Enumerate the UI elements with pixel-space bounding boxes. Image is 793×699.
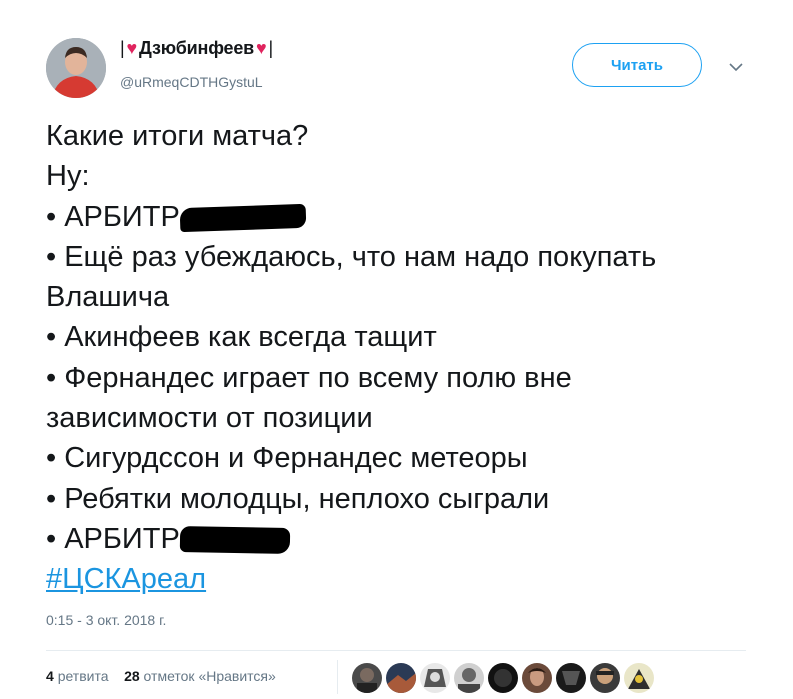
tweet-line: Какие итоги матча? [46, 120, 309, 152]
heart-icon: ♥ [126, 38, 137, 58]
tweet-line: • АРБИТР [46, 519, 746, 559]
likers-avatars [352, 663, 658, 693]
liker-avatar[interactable] [488, 663, 518, 693]
tweet-text: Какие итоги матча? Ну: • АРБИТР • Ещё ра… [46, 116, 746, 600]
retweet-label[interactable]: ретвита [58, 668, 109, 684]
user-display-name[interactable]: | ♥ Дзюбинфеев ♥ | [120, 38, 273, 59]
divider [337, 660, 338, 694]
liker-avatar[interactable] [624, 663, 654, 693]
follow-button[interactable]: Читать [572, 43, 702, 87]
redaction-scribble [179, 203, 307, 233]
like-label[interactable]: отметок «Нравится» [144, 668, 276, 684]
liker-avatar[interactable] [556, 663, 586, 693]
tweet-line: #ЦСКАреал [46, 559, 746, 599]
name-prefix: | [120, 38, 125, 58]
tweet-timestamp[interactable]: 0:15 - 3 окт. 2018 г. [46, 612, 166, 628]
tweet-line: Ну: [46, 160, 90, 193]
tweet-line: • Ребятки молодцы, неплохо сыграли [46, 482, 550, 515]
redaction-scribble [179, 526, 291, 555]
tweet-stats: 4 ретвита 28 отметок «Нравится» [46, 668, 276, 684]
tweet-line: • Фернандес играет по всему полю вне зав… [46, 361, 572, 435]
tweet-line-text: • АРБИТР [46, 200, 180, 233]
tweet-line: • Акинфеев как всегда тащит [46, 321, 437, 354]
tweet-line-text: • АРБИТР [46, 522, 180, 555]
divider [46, 650, 746, 651]
name-suffix: | [268, 38, 274, 58]
tweet-line: • Сигурдссон и Фернандес метеоры [46, 442, 528, 475]
chevron-down-icon[interactable] [726, 60, 746, 74]
liker-avatar[interactable] [352, 663, 382, 693]
liker-avatar[interactable] [420, 663, 450, 693]
liker-avatar[interactable] [522, 663, 552, 693]
liker-avatar[interactable] [454, 663, 484, 693]
user-handle[interactable]: @uRmeqCDTHGystuL [120, 74, 263, 90]
like-count[interactable]: 28 [124, 668, 140, 684]
liker-avatar[interactable] [386, 663, 416, 693]
user-name: Дзюбинфеев [138, 38, 254, 58]
tweet-line: • АРБИТР [46, 197, 746, 237]
tweet-line: • Ещё раз убеждаюсь, что нам надо покупа… [46, 240, 657, 314]
avatar[interactable] [46, 38, 106, 98]
heart-icon: ♥ [256, 38, 267, 58]
retweet-count[interactable]: 4 [46, 668, 54, 684]
hashtag-link[interactable]: #ЦСКАреал [46, 563, 206, 595]
liker-avatar[interactable] [590, 663, 620, 693]
